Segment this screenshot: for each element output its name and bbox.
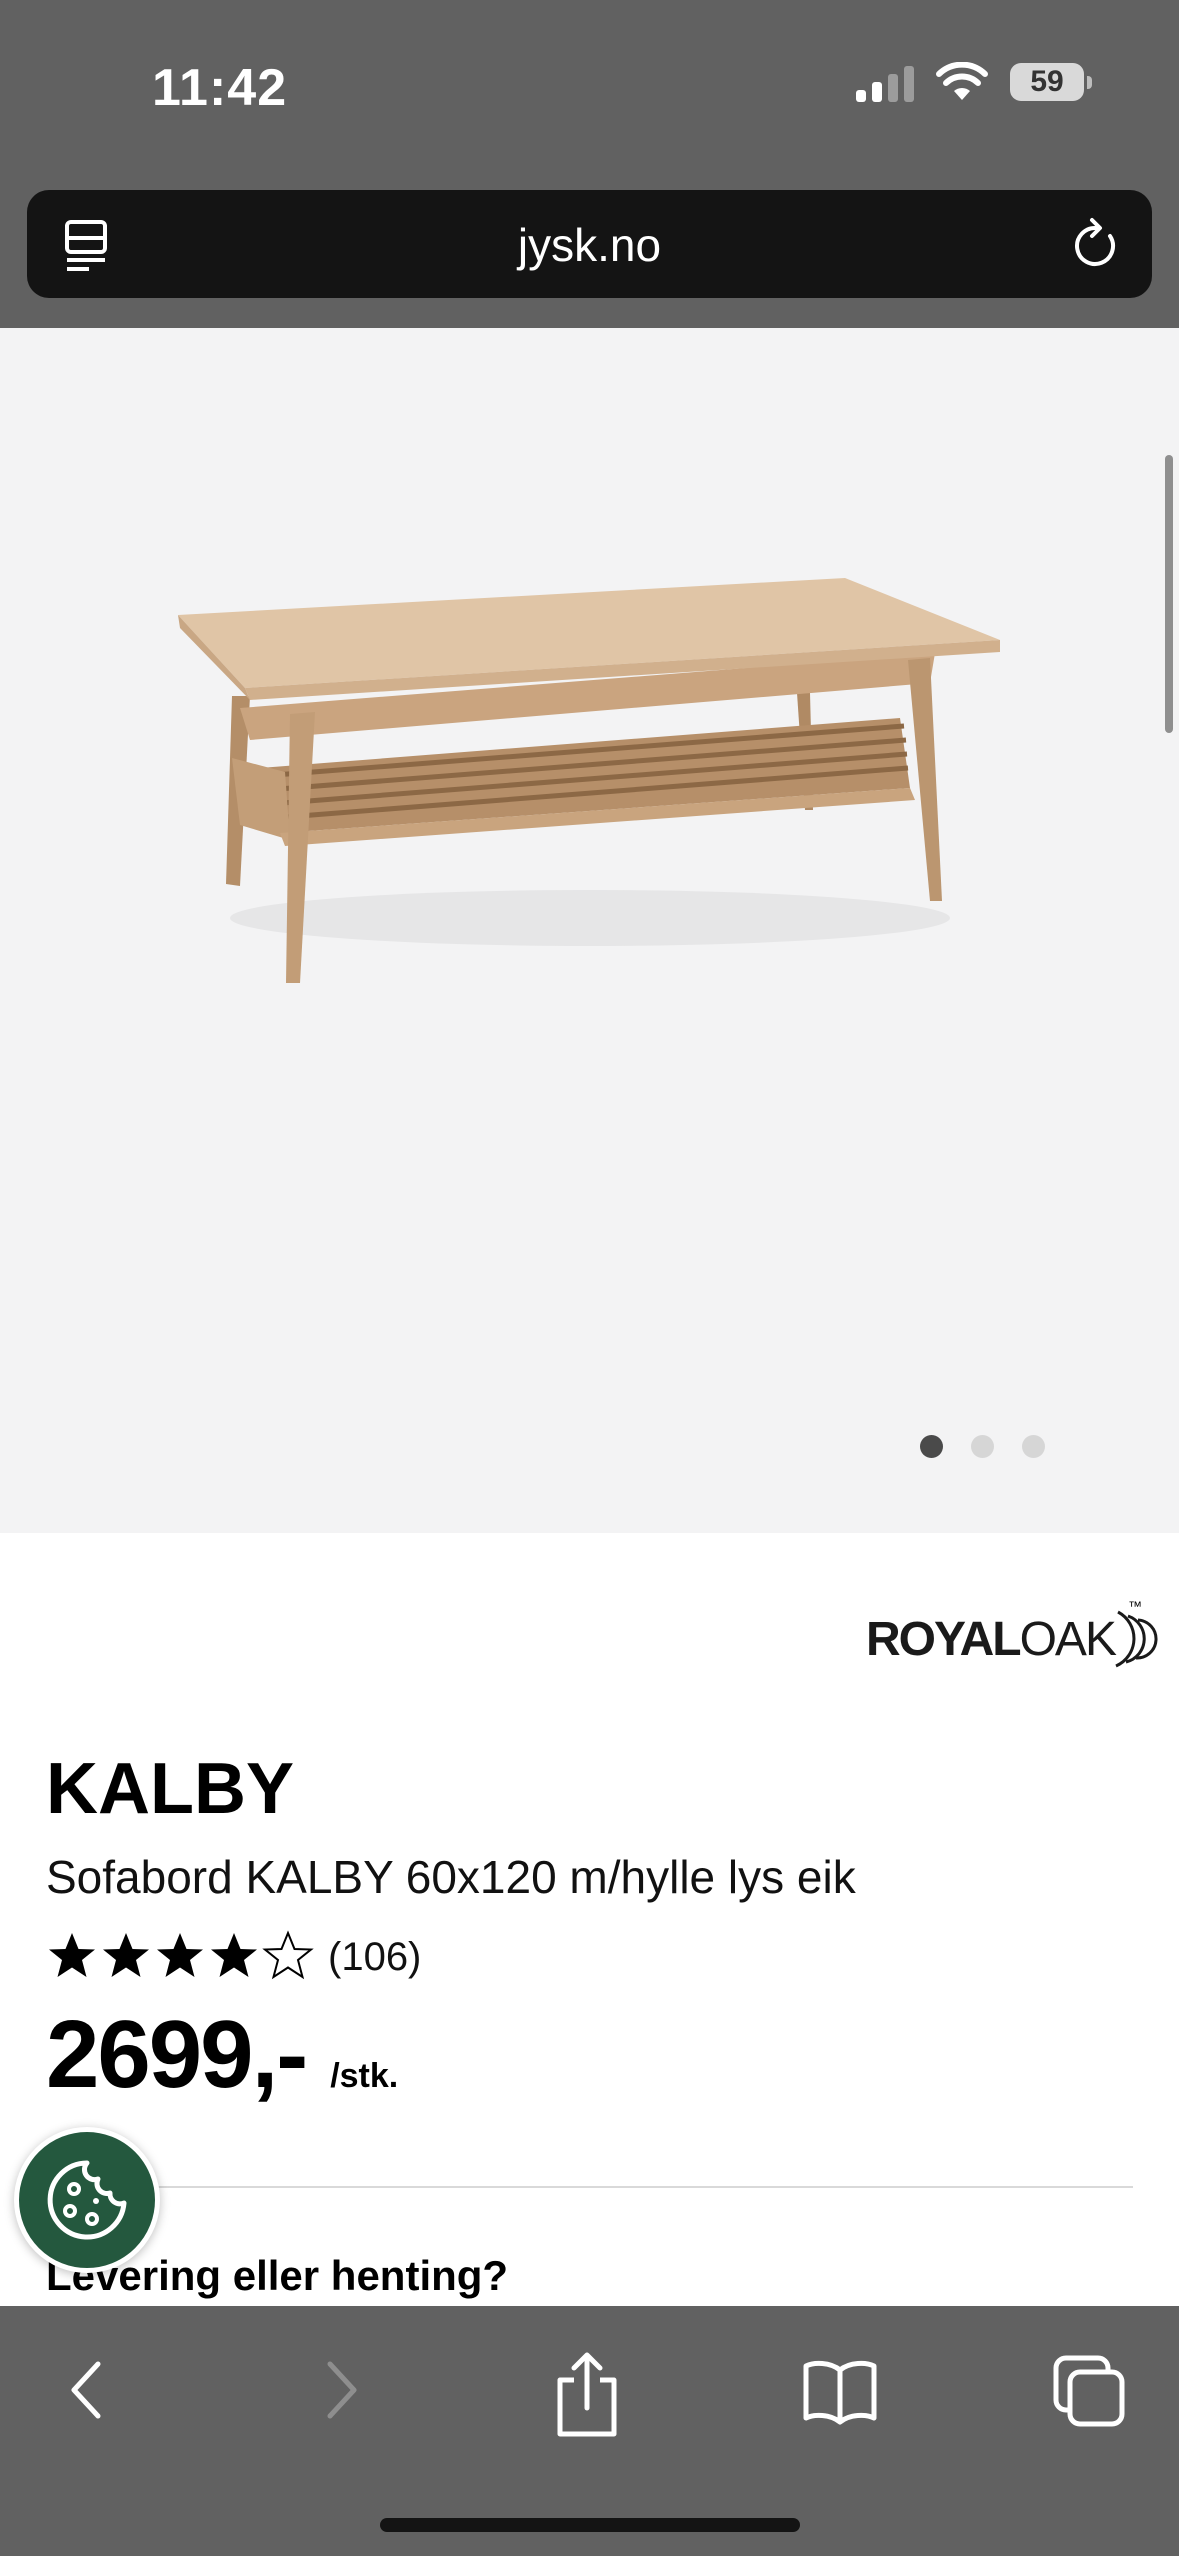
home-indicator[interactable] (380, 2518, 800, 2532)
brand-trademark: ™ (1128, 1598, 1142, 1614)
star-rating-icon (49, 1932, 312, 1978)
url-text[interactable]: jysk.no (27, 218, 1152, 272)
gallery-dot[interactable] (1022, 1435, 1045, 1458)
product-title: KALBY (46, 1749, 294, 1829)
brand-swoosh-icon (1115, 1610, 1158, 1668)
status-icons: 59 (856, 62, 1092, 102)
share-icon[interactable] (552, 2350, 622, 2440)
rating-count[interactable]: (106) (328, 1935, 421, 1980)
status-time: 11:42 (152, 59, 288, 117)
browser-top-chrome: 11:42 59 jysk.no (0, 0, 1179, 328)
gallery-pagination[interactable] (920, 1435, 1045, 1458)
product-subtitle: Sofabord KALBY 60x120 m/hylle lys eik (46, 1851, 856, 1903)
address-bar[interactable]: jysk.no (27, 190, 1152, 298)
page-scrollbar[interactable] (1165, 455, 1173, 733)
price-unit: /stk. (330, 2057, 399, 2095)
product-price: 2699,- /stk. (46, 2000, 398, 2110)
gallery-dot[interactable] (920, 1435, 943, 1458)
back-icon[interactable] (62, 2350, 112, 2430)
bookmarks-icon[interactable] (800, 2350, 880, 2430)
cookie-icon (47, 2160, 127, 2240)
product-image-coffee-table (178, 578, 1000, 983)
brand-logo: ROYALOAK ™ (866, 1598, 1158, 1668)
brand-logo-light: OAK (1019, 1613, 1117, 1666)
section-divider (46, 2186, 1133, 2188)
cookie-settings-button[interactable] (14, 2127, 160, 2273)
gallery-dot[interactable] (971, 1435, 994, 1458)
battery-icon: 59 (1010, 63, 1092, 101)
cellular-signal-icon (856, 62, 914, 102)
product-rating[interactable]: (106) (46, 1930, 421, 1984)
price-value: 2699,- (46, 2001, 308, 2108)
brand-logo-bold: ROYAL (866, 1613, 1022, 1666)
reload-icon[interactable] (1070, 216, 1122, 272)
product-image-gallery[interactable] (0, 328, 1179, 1533)
wifi-icon (936, 62, 988, 100)
forward-icon[interactable] (316, 2350, 366, 2430)
tabs-icon[interactable] (1052, 2350, 1128, 2430)
